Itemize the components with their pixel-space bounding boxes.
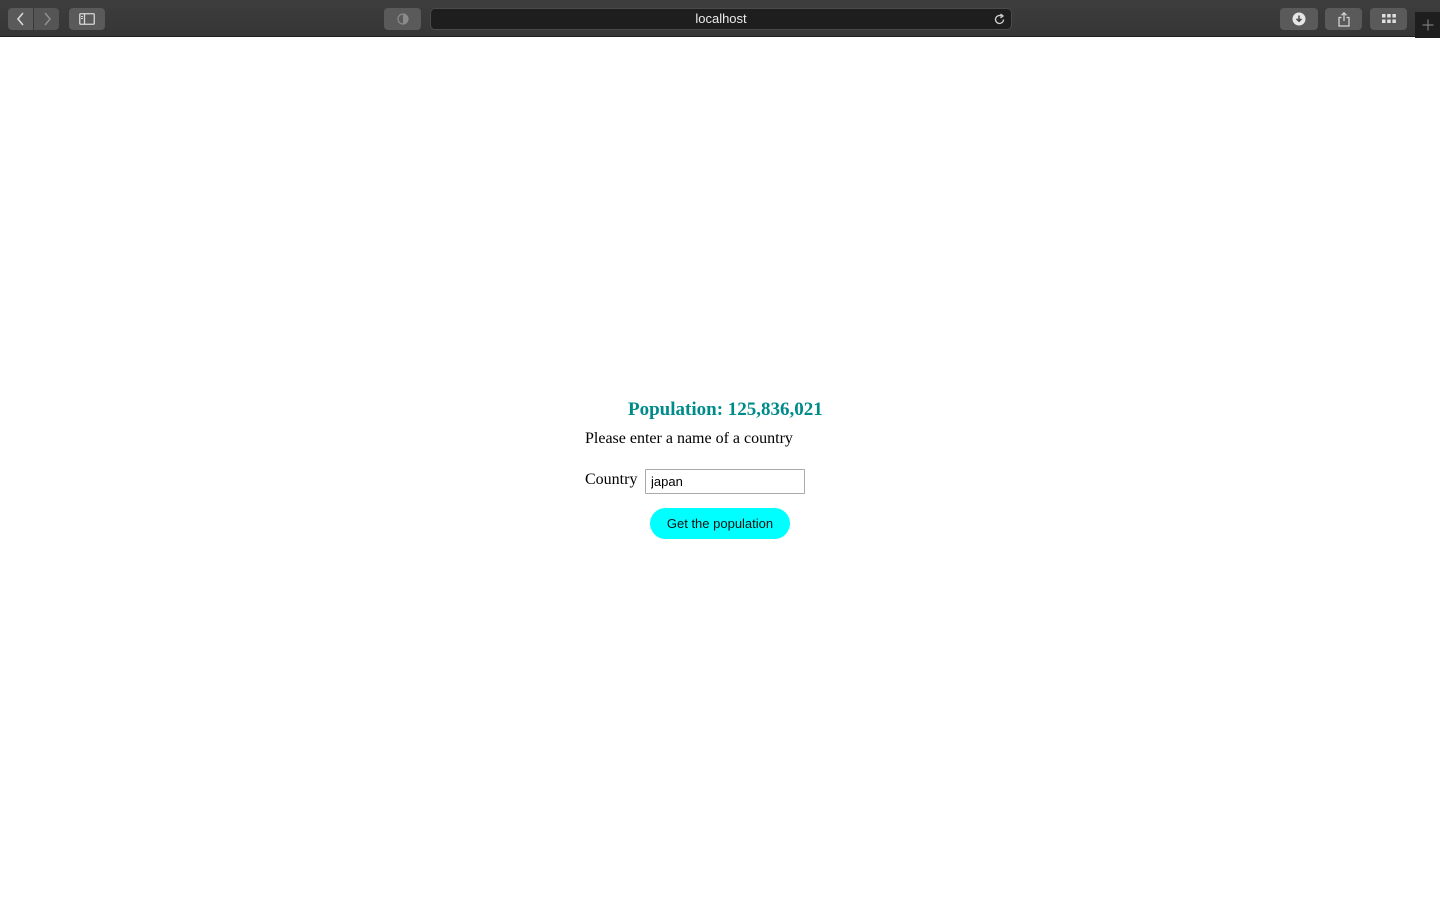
get-population-button[interactable]: Get the population [650, 508, 790, 539]
country-label: Country [585, 471, 638, 488]
country-input[interactable] [645, 469, 805, 494]
privacy-button[interactable] [384, 8, 421, 30]
browser-toolbar: localhost [0, 0, 1440, 38]
grid-icon [1381, 14, 1396, 23]
new-tab-button[interactable] [1415, 12, 1440, 38]
back-button[interactable] [8, 8, 33, 30]
address-text: localhost [695, 11, 747, 26]
share-button[interactable] [1325, 8, 1362, 30]
instruction-text: Please enter a name of a country [585, 430, 793, 447]
chevron-left-icon [16, 12, 24, 26]
reload-icon [994, 13, 1005, 25]
tab-overview-button[interactable] [1370, 8, 1407, 30]
forward-button[interactable] [34, 8, 59, 30]
share-icon [1337, 11, 1350, 27]
downloads-button[interactable] [1280, 8, 1318, 30]
plus-icon [1422, 19, 1433, 31]
reload-button[interactable] [993, 12, 1006, 32]
download-icon [1292, 12, 1306, 26]
chevron-right-icon [43, 12, 51, 26]
privacy-shield-icon [396, 13, 409, 25]
sidebar-button[interactable] [69, 8, 105, 30]
sidebar-icon [79, 13, 95, 25]
population-result: Population: 125,836,021 [628, 399, 823, 420]
history-nav [8, 8, 59, 30]
address-bar[interactable]: localhost [430, 8, 1012, 30]
